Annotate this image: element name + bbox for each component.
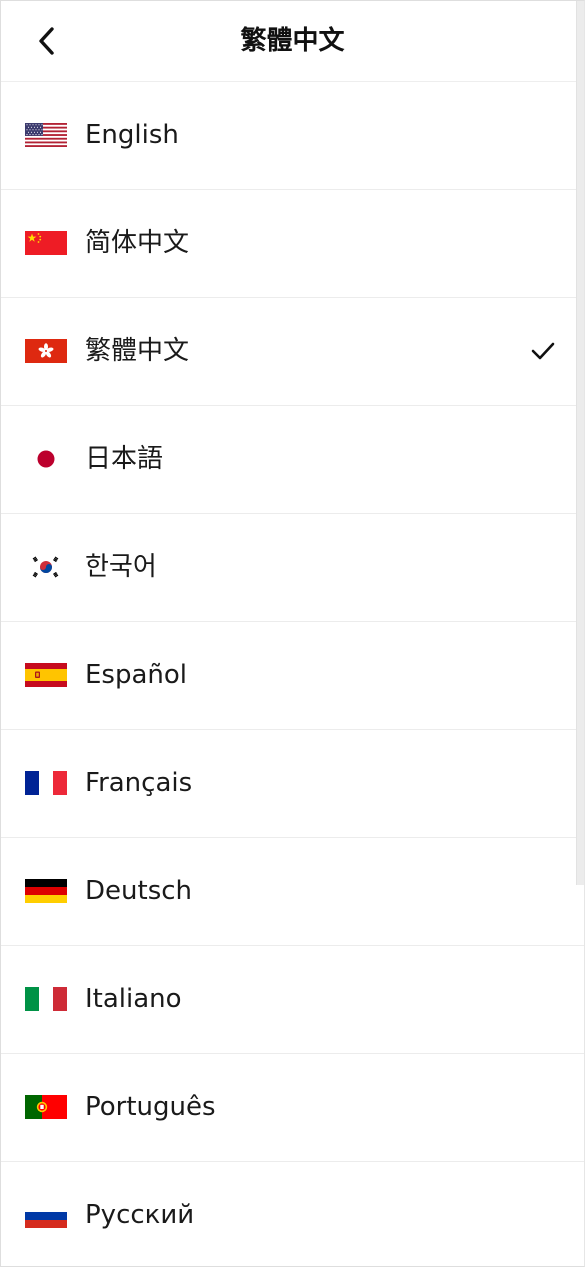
jp-flag-icon <box>25 447 67 471</box>
page-title: 繁體中文 <box>240 26 345 56</box>
de-flag-icon <box>25 879 67 903</box>
pt-flag-icon <box>25 1095 67 1119</box>
language-item-traditional-chinese[interactable]: 繁體中文 <box>1 298 584 406</box>
language-list: English 简体中文 繁體中文 日本語 한국어 Español França… <box>1 82 584 1266</box>
language-item-japanese[interactable]: 日本語 <box>1 406 584 514</box>
language-label: 简体中文 <box>85 228 190 258</box>
language-label: Français <box>85 768 193 798</box>
language-label: Deutsch <box>85 876 193 906</box>
header: 繁體中文 <box>1 1 584 82</box>
it-flag-icon <box>25 987 67 1011</box>
language-label: Português <box>85 1092 216 1122</box>
ru-flag-icon <box>25 1204 67 1228</box>
scrollbar[interactable] <box>576 1 584 885</box>
language-item-korean[interactable]: 한국어 <box>1 514 584 622</box>
us-flag-icon <box>25 123 67 147</box>
language-item-simplified-chinese[interactable]: 简体中文 <box>1 190 584 298</box>
language-label: 日本語 <box>85 444 164 474</box>
language-settings-screen: 繁體中文 English 简体中文 繁體中文 日本語 한국어 Español F… <box>0 0 585 1267</box>
language-label: 한국어 <box>85 552 157 582</box>
checkmark-icon <box>530 338 556 364</box>
language-item-italian[interactable]: Italiano <box>1 946 584 1054</box>
es-flag-icon <box>25 663 67 687</box>
language-item-german[interactable]: Deutsch <box>1 838 584 946</box>
language-item-spanish[interactable]: Español <box>1 622 584 730</box>
language-item-english[interactable]: English <box>1 82 584 190</box>
language-label: 繁體中文 <box>85 336 190 366</box>
hk-flag-icon <box>25 339 67 363</box>
language-label: Español <box>85 660 188 690</box>
language-label: Русский <box>85 1200 195 1230</box>
language-label: English <box>85 120 179 150</box>
cn-flag-icon <box>25 231 67 255</box>
kr-flag-icon <box>25 555 67 579</box>
language-label: Italiano <box>85 984 182 1014</box>
language-item-russian[interactable]: Русский <box>1 1162 584 1266</box>
language-item-portuguese[interactable]: Português <box>1 1054 584 1162</box>
language-item-french[interactable]: Français <box>1 730 584 838</box>
fr-flag-icon <box>25 771 67 795</box>
